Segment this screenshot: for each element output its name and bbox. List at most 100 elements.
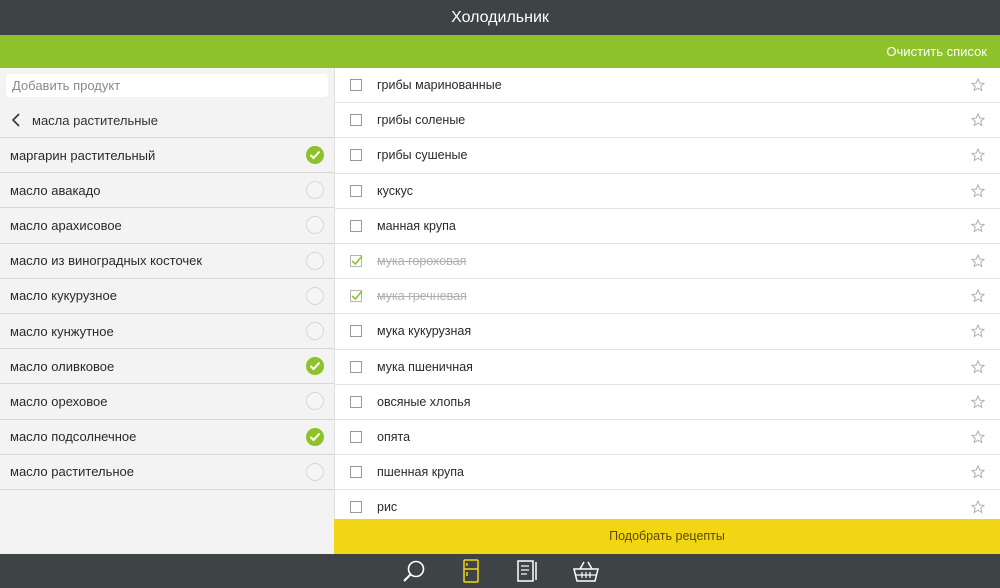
checked-circle-icon[interactable] bbox=[306, 357, 324, 376]
product-item[interactable]: мука гречневая bbox=[335, 279, 1000, 315]
checkbox[interactable] bbox=[350, 501, 362, 514]
checkbox[interactable] bbox=[350, 114, 362, 127]
product-list: грибы маринованные грибы соленые грибы суш… bbox=[334, 68, 1000, 519]
checkbox[interactable] bbox=[350, 149, 362, 162]
unchecked-circle-icon[interactable] bbox=[306, 181, 324, 200]
unchecked-circle-icon[interactable] bbox=[306, 251, 324, 270]
category-item-label: масло ореховое bbox=[10, 393, 108, 409]
product-item-label: мука гречневая bbox=[377, 289, 467, 304]
product-item-label: овсяные хлопья bbox=[377, 394, 471, 409]
product-item-label: пшенная крупа bbox=[377, 465, 464, 480]
product-item[interactable]: пшенная крупа bbox=[335, 455, 1000, 491]
category-item-label: масло кунжутное bbox=[10, 323, 114, 339]
checkbox[interactable] bbox=[350, 430, 362, 443]
star-icon[interactable] bbox=[971, 289, 985, 303]
category-list: маргарин растительный масло авакадо масло … bbox=[0, 138, 334, 490]
category-item[interactable]: масло ореховое bbox=[0, 384, 334, 420]
checkbox[interactable] bbox=[350, 184, 362, 197]
category-item-label: масло подсолнечное bbox=[10, 429, 137, 445]
product-item[interactable]: манная крупа bbox=[335, 209, 1000, 244]
clear-list-button[interactable]: Очистить список bbox=[886, 35, 987, 68]
star-icon[interactable] bbox=[971, 394, 985, 409]
product-item[interactable]: мука гороховая bbox=[335, 244, 1000, 280]
checked-circle-icon[interactable] bbox=[306, 427, 324, 446]
product-item[interactable]: грибы маринованные bbox=[335, 68, 1000, 104]
add-product-input[interactable] bbox=[6, 74, 328, 97]
star-icon[interactable] bbox=[971, 113, 985, 127]
category-item[interactable]: маргарин растительный bbox=[0, 138, 334, 174]
star-icon[interactable] bbox=[971, 218, 985, 233]
star-icon[interactable] bbox=[971, 148, 985, 163]
category-item-label: масло кукурузное bbox=[10, 288, 117, 304]
category-item-label: масло авакадо bbox=[10, 182, 101, 198]
fridge-icon[interactable] bbox=[458, 559, 484, 583]
star-icon[interactable] bbox=[971, 500, 985, 514]
checkbox[interactable] bbox=[350, 466, 362, 479]
product-item[interactable]: мука кукурузная bbox=[335, 314, 1000, 350]
product-item[interactable]: грибы сушеные bbox=[335, 138, 1000, 174]
unchecked-circle-icon[interactable] bbox=[306, 392, 324, 411]
app-title-bar: Холодильник bbox=[0, 0, 1000, 35]
product-item[interactable]: мука пшеничная bbox=[335, 350, 1000, 385]
checkbox[interactable] bbox=[350, 219, 362, 232]
category-item[interactable]: масло оливковое bbox=[0, 349, 334, 385]
action-bar: Очистить список bbox=[0, 35, 1000, 68]
product-item-label: опята bbox=[377, 429, 411, 444]
product-item-label: грибы маринованные bbox=[377, 78, 502, 93]
category-item[interactable]: масло арахисовое bbox=[0, 208, 334, 244]
product-item[interactable]: кускус bbox=[335, 174, 1000, 209]
category-item[interactable]: масло кунжутное bbox=[0, 314, 334, 350]
star-icon[interactable] bbox=[971, 465, 985, 479]
search-icon[interactable] bbox=[401, 559, 427, 583]
category-item[interactable]: масло подсолнечное bbox=[0, 420, 334, 455]
page-title: Холодильник bbox=[451, 9, 549, 26]
category-panel: масла растительные маргарин растительный… bbox=[0, 68, 334, 554]
product-item[interactable]: грибы соленые bbox=[335, 103, 1000, 139]
category-item[interactable]: масло авакадо bbox=[0, 173, 334, 209]
product-item-label: грибы сушеные bbox=[377, 148, 468, 163]
category-item[interactable]: масло растительное bbox=[0, 455, 334, 490]
star-icon[interactable] bbox=[971, 359, 985, 374]
product-item-label: кускус bbox=[377, 183, 413, 198]
product-item[interactable]: овсяные хлопья bbox=[335, 385, 1000, 420]
checkbox[interactable] bbox=[350, 79, 362, 92]
category-item[interactable]: масло из виноградных косточек bbox=[0, 244, 334, 279]
product-item-label: мука пшеничная bbox=[377, 359, 473, 374]
category-back-button[interactable]: масла растительные bbox=[0, 103, 334, 138]
product-item-label: грибы соленые bbox=[377, 113, 466, 128]
star-icon[interactable] bbox=[971, 324, 985, 338]
category-item-label: маргарин растительный bbox=[10, 147, 156, 163]
category-item-label: масло растительное bbox=[10, 464, 135, 480]
unchecked-circle-icon[interactable] bbox=[306, 286, 324, 305]
unchecked-circle-icon[interactable] bbox=[306, 216, 324, 235]
star-icon[interactable] bbox=[971, 78, 985, 92]
product-item-label: рис bbox=[377, 500, 398, 515]
checkbox[interactable] bbox=[350, 360, 362, 373]
star-icon[interactable] bbox=[971, 429, 985, 444]
product-item-label: мука кукурузная bbox=[377, 324, 472, 339]
checked-circle-icon[interactable] bbox=[306, 146, 324, 165]
product-item-label: манная крупа bbox=[377, 218, 456, 233]
product-item-label: мука гороховая bbox=[377, 254, 467, 269]
checkbox[interactable] bbox=[350, 395, 362, 408]
basket-icon[interactable] bbox=[571, 559, 601, 583]
category-title: масла растительные bbox=[32, 112, 158, 128]
category-item-label: масло из виноградных косточек bbox=[10, 253, 203, 269]
checked-checkbox[interactable] bbox=[350, 290, 363, 303]
recipe-book-icon[interactable] bbox=[514, 559, 540, 583]
star-icon[interactable] bbox=[971, 254, 985, 268]
chevron-left-icon bbox=[11, 113, 20, 127]
bottom-nav-bar bbox=[0, 554, 1000, 588]
product-item[interactable]: рис bbox=[335, 490, 1000, 519]
category-item-label: масло оливковое bbox=[10, 358, 115, 374]
checked-checkbox[interactable] bbox=[350, 255, 363, 268]
product-item[interactable]: опята bbox=[335, 420, 1000, 456]
category-item-label: масло арахисовое bbox=[10, 217, 122, 233]
category-item[interactable]: масло кукурузное bbox=[0, 279, 334, 314]
search-container bbox=[0, 68, 334, 103]
star-icon[interactable] bbox=[971, 183, 985, 198]
unchecked-circle-icon[interactable] bbox=[306, 462, 324, 481]
find-recipes-button[interactable]: Подобрать рецепты bbox=[334, 519, 1000, 554]
unchecked-circle-icon[interactable] bbox=[306, 322, 324, 341]
checkbox[interactable] bbox=[350, 325, 362, 338]
